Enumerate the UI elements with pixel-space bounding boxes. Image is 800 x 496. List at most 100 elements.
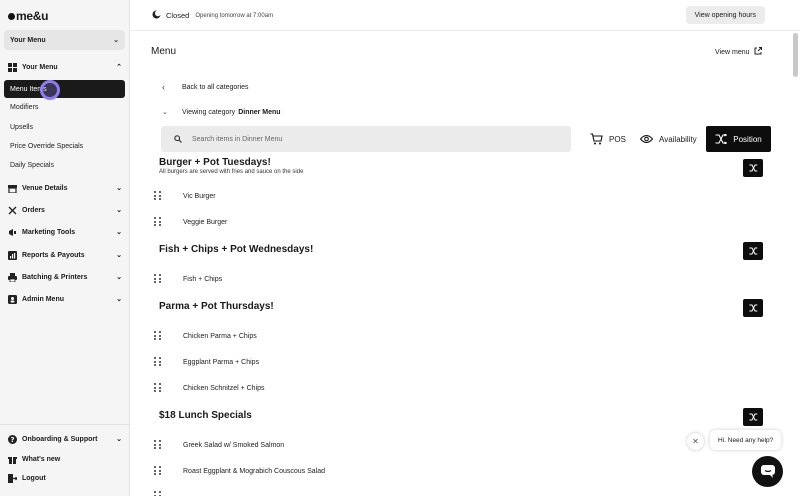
item-name: Vic Burger xyxy=(183,192,216,200)
category-reorder-button[interactable] xyxy=(743,299,763,317)
chat-icon xyxy=(760,465,775,478)
availability-label: Availability xyxy=(659,134,697,144)
logo-text: me&u xyxy=(16,9,49,23)
chevron-down-icon: ⌄ xyxy=(116,274,122,281)
nav-label: Venue Details xyxy=(22,184,68,192)
list-item[interactable]: Greek Salad w/ Smoked Salmon xyxy=(154,438,754,452)
drag-handle-icon[interactable] xyxy=(154,274,162,284)
category-reorder-button[interactable] xyxy=(743,408,763,426)
venue-select-value: Your Menu xyxy=(10,36,46,44)
chat-launcher-button[interactable] xyxy=(752,456,783,487)
nav-label: Onboarding & Support xyxy=(22,435,98,443)
nav-upsells[interactable]: Upsells xyxy=(10,124,33,131)
nav-label: What's new xyxy=(22,455,61,463)
chevron-down-icon: ⌄ xyxy=(116,207,122,214)
venue-status: Closed Opening tomorrow at 7:00am xyxy=(152,10,273,21)
search-icon xyxy=(174,135,182,143)
scrollbar[interactable] xyxy=(793,33,798,77)
printer-icon xyxy=(8,272,17,282)
nav-label: Marketing Tools xyxy=(22,228,76,236)
list-item[interactable]: Veggie Burger xyxy=(154,215,754,229)
svg-text:?: ? xyxy=(10,436,14,444)
chevron-down-icon: ⌄ xyxy=(116,185,122,192)
help-icon: ? xyxy=(8,434,17,444)
chevron-down-icon: ⌄ xyxy=(116,436,122,443)
viewing-category-toggle[interactable]: ⌄ Viewing category Dinner Menu xyxy=(162,108,281,117)
nav-whats-new[interactable]: What's new xyxy=(8,452,122,466)
category-title: Parma + Pot Thursdays! xyxy=(159,301,274,312)
drag-handle-icon[interactable] xyxy=(154,357,162,367)
nav-logout[interactable]: Logout xyxy=(8,471,122,485)
view-menu-label: View menu xyxy=(715,48,750,56)
category-title: $18 Lunch Specials xyxy=(159,410,252,421)
topbar: Closed Opening tomorrow at 7:00am View o… xyxy=(131,0,800,31)
drag-handle-icon[interactable] xyxy=(154,217,162,227)
nav-onboarding-support[interactable]: ? Onboarding & Support ⌄ xyxy=(8,432,122,446)
nav-marketing-tools[interactable]: Marketing Tools ⌄ xyxy=(8,225,122,239)
nav-batching-printers[interactable]: Batching & Printers ⌄ xyxy=(8,270,122,284)
nav-menu-items[interactable]: Menu Items xyxy=(4,80,125,98)
nav-label: Reports & Payouts xyxy=(22,251,85,259)
category-title: Fish + Chips + Pot Wednesdays! xyxy=(159,244,314,255)
status-subtext: Opening tomorrow at 7:00am xyxy=(195,12,274,19)
drag-handle-icon[interactable] xyxy=(154,466,162,476)
list-item[interactable]: Chicken Parma + Chips xyxy=(154,329,754,343)
view-menu-link[interactable]: View menu xyxy=(715,47,762,57)
nav-price-override-specials[interactable]: Price Override Specials xyxy=(10,143,83,150)
item-name: Fish + Chips xyxy=(183,275,223,283)
back-to-categories-link[interactable]: ‹ Back to all categories xyxy=(162,82,249,92)
back-link-label: Back to all categories xyxy=(182,83,249,91)
drag-handle-icon[interactable] xyxy=(154,191,162,201)
utensils-icon xyxy=(8,206,17,215)
nav-orders[interactable]: Orders ⌄ xyxy=(8,203,122,217)
sidebar-divider xyxy=(0,424,130,425)
drag-handle-icon[interactable] xyxy=(154,383,162,393)
list-item[interactable]: Fish + Chips xyxy=(154,272,754,286)
chat-close-button[interactable]: ✕ xyxy=(687,433,704,450)
nav-venue-details[interactable]: Venue Details ⌄ xyxy=(8,181,122,195)
drag-handle-icon[interactable] xyxy=(154,440,162,450)
viewing-category-name: Dinner Menu xyxy=(238,108,281,116)
shuffle-icon xyxy=(748,413,757,421)
nav-reports-payouts[interactable]: Reports & Payouts ⌄ xyxy=(8,248,122,262)
list-item[interactable]: Chicken Schnitzel + Chips xyxy=(154,381,754,395)
viewing-prefix: Viewing category xyxy=(182,108,236,116)
shuffle-icon xyxy=(748,304,757,312)
list-item-partial[interactable] xyxy=(154,489,754,496)
admin-icon xyxy=(8,294,17,304)
chat-greeting-bubble[interactable]: Hi. Need any help? xyxy=(710,430,782,450)
chevron-down-icon: ⌄ xyxy=(116,252,122,259)
shuffle-icon xyxy=(715,134,728,144)
category-reorder-button[interactable] xyxy=(743,242,763,260)
chevron-down-icon: ⌄ xyxy=(113,37,119,44)
gift-icon xyxy=(8,455,17,464)
nav-modifiers[interactable]: Modifiers xyxy=(10,104,38,111)
close-icon: ✕ xyxy=(692,437,699,446)
position-button[interactable]: Position xyxy=(706,126,771,152)
drag-handle-icon[interactable] xyxy=(154,331,162,341)
eye-icon xyxy=(640,134,653,144)
list-item[interactable]: Eggplant Parma + Chips xyxy=(154,355,754,369)
position-label: Position xyxy=(733,134,762,144)
view-opening-hours-button[interactable]: View opening hours xyxy=(685,6,765,24)
category-title: Burger + Pot Tuesdays! xyxy=(159,157,271,168)
cursor-focus-indicator xyxy=(40,80,60,100)
list-item[interactable]: Vic Burger xyxy=(154,189,754,203)
chevron-down-icon: ⌄ xyxy=(116,296,122,303)
category-reorder-button[interactable] xyxy=(743,159,763,177)
item-name: Veggie Burger xyxy=(183,218,228,226)
shuffle-icon xyxy=(748,164,757,172)
nav-daily-specials[interactable]: Daily Specials xyxy=(10,162,54,169)
availability-button[interactable]: Availability xyxy=(640,126,697,152)
list-item[interactable]: Roast Eggplant & Mograbich Couscous Sala… xyxy=(154,464,754,478)
chevron-left-icon: ‹ xyxy=(162,82,165,92)
drag-handle-icon[interactable] xyxy=(154,491,162,496)
shuffle-icon xyxy=(748,247,757,255)
pos-button[interactable]: POS xyxy=(590,126,626,152)
nav-your-menu[interactable]: Your Menu ⌃ xyxy=(8,60,122,74)
nav-admin-menu[interactable]: Admin Menu ⌄ xyxy=(8,292,122,306)
search-input[interactable]: Search items in Dinner Menu xyxy=(161,126,571,152)
venue-select[interactable]: Your Menu ⌄ xyxy=(4,30,125,50)
brand-logo[interactable]: me&u xyxy=(8,9,48,23)
item-name: Roast Eggplant & Mograbich Couscous Sala… xyxy=(183,467,326,475)
